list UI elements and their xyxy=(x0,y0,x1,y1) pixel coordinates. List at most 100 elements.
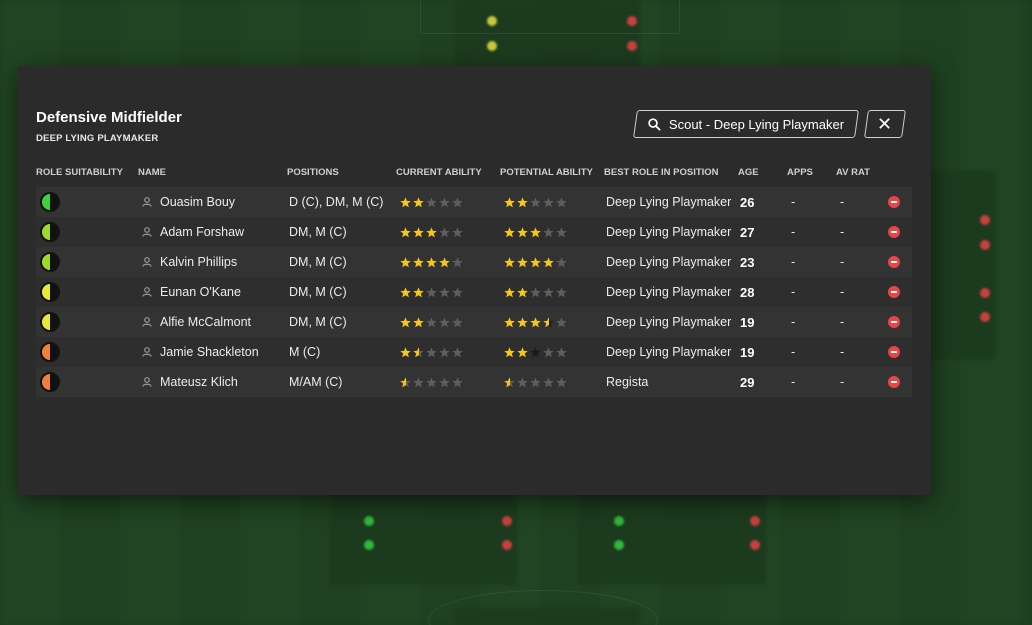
person-icon xyxy=(142,187,154,217)
star-icon xyxy=(400,196,411,208)
column-header-name[interactable]: NAME xyxy=(138,167,166,178)
star-icon xyxy=(413,226,424,238)
table-row[interactable]: Jamie Shackleton M (C) Deep Lying Playmake… xyxy=(36,337,912,367)
star-icon xyxy=(400,226,411,238)
remove-button[interactable] xyxy=(888,367,900,397)
column-header-age[interactable]: AGE xyxy=(738,167,759,178)
player-apps: - xyxy=(791,255,796,269)
remove-icon xyxy=(888,316,900,328)
column-header-potential-ability[interactable]: POTENTIAL ABILITY xyxy=(500,167,593,178)
background-marker xyxy=(627,41,637,51)
best-role: Deep Lying Playmaker xyxy=(606,315,732,329)
star-icon xyxy=(452,316,463,328)
star-icon xyxy=(504,376,515,388)
star-icon xyxy=(530,286,541,298)
player-name[interactable]: Mateusz Klich xyxy=(160,367,238,397)
background-marker xyxy=(980,288,990,298)
best-role: Deep Lying Playmaker xyxy=(606,285,732,299)
player-name[interactable]: Adam Forshaw xyxy=(160,217,244,247)
player-positions: DM, M (C) xyxy=(289,285,347,299)
star-icon xyxy=(439,256,450,268)
star-icon xyxy=(543,226,554,238)
background-marker xyxy=(487,41,497,51)
column-header-role-suitability[interactable]: ROLE SUITABILITY xyxy=(36,167,123,178)
potential-ability-stars xyxy=(504,376,567,388)
player-positions: DM, M (C) xyxy=(289,225,347,239)
star-icon xyxy=(400,316,411,328)
column-header-apps[interactable]: APPS xyxy=(787,167,813,178)
role-candidates-dialog: Defensive Midfielder DEEP LYING PLAYMAKE… xyxy=(18,66,931,495)
close-button[interactable]: ✕ xyxy=(864,110,906,138)
table-row[interactable]: Adam Forshaw DM, M (C) Deep Lying Playmake… xyxy=(36,217,912,247)
star-icon xyxy=(556,376,567,388)
star-icon xyxy=(400,256,411,268)
column-header-positions[interactable]: POSITIONS xyxy=(287,167,339,178)
player-name[interactable]: Ouasim Bouy xyxy=(160,187,235,217)
potential-ability-stars xyxy=(504,226,567,238)
scout-role-button[interactable]: Scout - Deep Lying Playmaker xyxy=(633,110,859,138)
star-icon xyxy=(556,316,567,328)
star-icon xyxy=(426,346,437,358)
star-icon xyxy=(426,226,437,238)
star-icon xyxy=(530,316,541,328)
star-icon xyxy=(543,376,554,388)
star-icon xyxy=(556,346,567,358)
person-icon xyxy=(142,307,154,337)
star-icon xyxy=(543,256,554,268)
player-name[interactable]: Alfie McCalmont xyxy=(160,307,251,337)
best-role: Deep Lying Playmaker xyxy=(606,345,732,359)
search-icon xyxy=(648,117,661,131)
star-icon xyxy=(413,346,424,358)
table-row[interactable]: Mateusz Klich M/AM (C) Regista 29 - - xyxy=(36,367,912,397)
star-icon xyxy=(504,286,515,298)
table-row[interactable]: Kalvin Phillips DM, M (C) Deep Lying Playm… xyxy=(36,247,912,277)
remove-button[interactable] xyxy=(888,337,900,367)
remove-icon xyxy=(888,376,900,388)
star-icon xyxy=(504,226,515,238)
column-header-best-role[interactable]: BEST ROLE IN POSITION xyxy=(604,167,719,178)
star-icon xyxy=(530,376,541,388)
table-row[interactable]: Eunan O'Kane DM, M (C) Deep Lying Playmake… xyxy=(36,277,912,307)
remove-button[interactable] xyxy=(888,307,900,337)
star-icon xyxy=(426,316,437,328)
player-apps: - xyxy=(791,225,796,239)
player-apps: - xyxy=(791,375,796,389)
player-positions: M/AM (C) xyxy=(289,375,343,389)
player-av-rat: - xyxy=(840,375,845,389)
table-row[interactable]: Ouasim Bouy D (C), DM, M (C) Deep Lying Pl… xyxy=(36,187,912,217)
remove-icon xyxy=(888,286,900,298)
remove-icon xyxy=(888,256,900,268)
star-icon xyxy=(556,256,567,268)
remove-icon xyxy=(888,226,900,238)
best-role: Deep Lying Playmaker xyxy=(606,255,732,269)
player-age: 28 xyxy=(740,284,755,300)
role-suitability-indicator xyxy=(40,217,60,247)
remove-button[interactable] xyxy=(888,217,900,247)
remove-icon xyxy=(888,346,900,358)
player-name[interactable]: Kalvin Phillips xyxy=(160,247,237,277)
star-icon xyxy=(452,286,463,298)
star-icon xyxy=(439,316,450,328)
player-av-rat: - xyxy=(840,315,845,329)
remove-button[interactable] xyxy=(888,247,900,277)
current-ability-stars xyxy=(400,196,463,208)
star-icon xyxy=(400,376,411,388)
background-marker xyxy=(502,516,512,526)
column-header-av-rat[interactable]: AV RAT xyxy=(836,167,870,178)
player-name[interactable]: Eunan O'Kane xyxy=(160,277,241,307)
remove-button[interactable] xyxy=(888,277,900,307)
current-ability-stars xyxy=(400,256,463,268)
player-name[interactable]: Jamie Shackleton xyxy=(160,337,259,367)
player-age: 29 xyxy=(740,374,755,390)
remove-button[interactable] xyxy=(888,187,900,217)
star-icon xyxy=(413,286,424,298)
star-icon xyxy=(517,226,528,238)
role-suitability-indicator xyxy=(40,307,60,337)
star-icon xyxy=(400,286,411,298)
pitch-box-line xyxy=(420,0,680,34)
star-icon xyxy=(413,316,424,328)
star-icon xyxy=(543,286,554,298)
player-apps: - xyxy=(791,345,796,359)
column-header-current-ability[interactable]: CURRENT ABILITY xyxy=(396,167,482,178)
table-row[interactable]: Alfie McCalmont DM, M (C) Deep Lying Playm… xyxy=(36,307,912,337)
